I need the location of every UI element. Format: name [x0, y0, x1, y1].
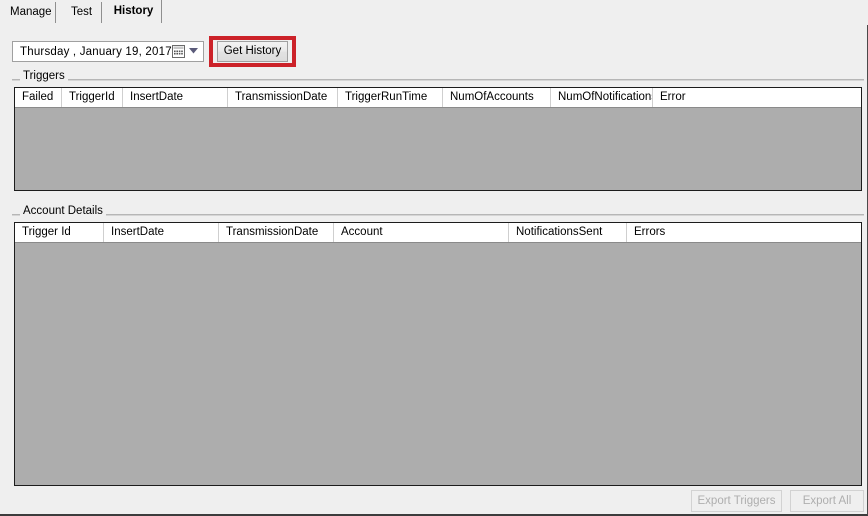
history-date-value: Thursday , January 19, 2017 — [20, 45, 172, 58]
chevron-down-icon[interactable] — [187, 46, 199, 58]
account-details-group: Account Details Trigger Id InsertDate Tran… — [12, 205, 864, 487]
tab-manage[interactable]: Manage — [4, 2, 56, 23]
triggers-column-header[interactable]: NumOfNotifications — [551, 88, 653, 107]
triggers-group-border — [12, 79, 864, 81]
account-details-column-header[interactable]: Trigger Id — [15, 223, 104, 242]
triggers-column-header[interactable]: InsertDate — [123, 88, 228, 107]
get-history-button[interactable]: Get History — [217, 41, 288, 62]
account-details-grid-body[interactable] — [15, 243, 861, 485]
account-details-column-header[interactable]: InsertDate — [104, 223, 219, 242]
tab-strip: Manage Test History — [0, 0, 868, 25]
triggers-datagrid[interactable]: Failed TriggerId InsertDate TransmissionDat… — [14, 87, 862, 191]
triggers-column-header[interactable]: TriggerId — [62, 88, 123, 107]
account-details-datagrid[interactable]: Trigger Id InsertDate TransmissionDate Acco… — [14, 222, 862, 486]
tab-history[interactable]: History — [106, 0, 162, 23]
triggers-group-label: Triggers — [20, 70, 68, 82]
triggers-column-header[interactable]: Failed — [15, 88, 62, 107]
triggers-column-header[interactable]: Error — [653, 88, 861, 107]
triggers-grid-header: Failed TriggerId InsertDate TransmissionDat… — [15, 88, 861, 108]
triggers-column-header[interactable]: NumOfAccounts — [443, 88, 551, 107]
triggers-group: Triggers Failed TriggerId InsertDate Transm… — [12, 70, 864, 192]
application-window: Manage Test History Thursday , January 1… — [0, 0, 868, 516]
triggers-column-header[interactable]: TriggerRunTime — [338, 88, 443, 107]
tab-strip-underline — [0, 24, 868, 25]
triggers-column-header[interactable]: TransmissionDate — [228, 88, 338, 107]
history-date-picker[interactable]: Thursday , January 19, 2017 — [12, 41, 204, 62]
account-details-column-header[interactable]: TransmissionDate — [219, 223, 334, 242]
calendar-icon — [172, 45, 185, 58]
account-details-grid-header: Trigger Id InsertDate TransmissionDate Acco… — [15, 223, 861, 243]
triggers-grid-body[interactable] — [15, 108, 861, 190]
account-details-group-border — [12, 214, 864, 216]
account-details-column-header[interactable]: NotificationsSent — [509, 223, 627, 242]
export-all-button[interactable]: Export All — [790, 490, 864, 512]
account-details-column-header[interactable]: Account — [334, 223, 509, 242]
tab-test[interactable]: Test — [62, 2, 102, 23]
account-details-column-header[interactable]: Errors — [627, 223, 861, 242]
export-triggers-button[interactable]: Export Triggers — [691, 490, 782, 512]
account-details-group-label: Account Details — [20, 205, 106, 217]
